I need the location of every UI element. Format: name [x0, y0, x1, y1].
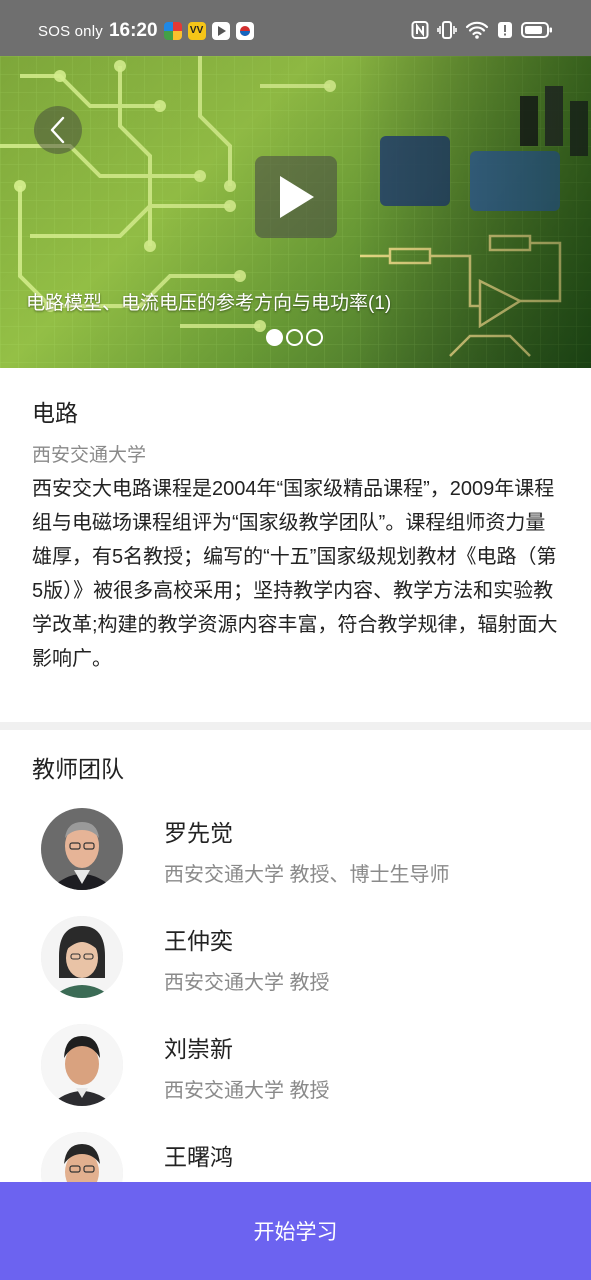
back-button[interactable]	[34, 106, 82, 154]
carousel-dot-1[interactable]	[266, 329, 283, 346]
vibrate-icon	[437, 20, 457, 45]
video-player[interactable]: 电路模型、电流电压的参考方向与电功率(1)	[0, 56, 591, 368]
status-bar-left: SOS only 16:20 VV	[38, 20, 254, 42]
teacher-item[interactable]: 王仲奕 西安交通大学 教授	[0, 916, 591, 1024]
teacher-avatar	[41, 808, 123, 890]
alert-icon	[497, 20, 513, 45]
carousel-dot-2[interactable]	[286, 329, 303, 346]
section-divider	[0, 722, 591, 730]
course-title: 电路	[32, 400, 78, 426]
carousel-indicator	[266, 329, 323, 346]
teacher-name: 王曙鸿	[164, 1144, 233, 1170]
pinwheel-app-icon	[163, 22, 182, 40]
clock: 16:20	[108, 20, 158, 41]
carousel-dot-3[interactable]	[306, 329, 323, 346]
teacher-avatar	[41, 1132, 123, 1182]
play-icon	[280, 176, 314, 218]
start-learning-button[interactable]: 开始学习	[0, 1182, 591, 1280]
teacher-team-section: 教师团队 罗先觉 西安交通大学 教授、博士生导师 王仲奕 西安交通大学 教授 刘…	[0, 730, 591, 1182]
status-bar-right	[411, 20, 553, 45]
video-title: 电路模型、电流电压的参考方向与电功率(1)	[26, 293, 392, 314]
play-app-icon	[211, 22, 230, 40]
wifi-icon	[465, 20, 489, 45]
teacher-item[interactable]: 刘崇新 西安交通大学 教授	[0, 1024, 591, 1132]
vv-app-icon: VV	[187, 22, 206, 40]
teacher-name: 刘崇新	[164, 1036, 233, 1062]
teacher-title: 西安交通大学 教授、博士生导师	[164, 864, 450, 886]
teacher-title: 西安交通大学 教授	[164, 972, 330, 994]
play-button[interactable]	[255, 156, 337, 238]
teacher-name: 罗先觉	[164, 820, 233, 846]
teacher-team-title: 教师团队	[32, 756, 124, 782]
sos-only-label: SOS only	[38, 22, 103, 40]
teacher-item[interactable]: 罗先觉 西安交通大学 教授、博士生导师	[0, 808, 591, 916]
teacher-item[interactable]: 王曙鸿	[0, 1132, 591, 1182]
course-info: 电路 西安交通大学 西安交大电路课程是2004年“国家级精品课程”，2009年课…	[0, 368, 591, 722]
battery-icon	[521, 20, 553, 45]
teacher-avatar	[41, 1024, 123, 1106]
teacher-avatar	[41, 916, 123, 998]
course-school: 西安交通大学	[32, 445, 147, 466]
chevron-left-icon	[50, 116, 65, 144]
teacher-title: 西安交通大学 教授	[164, 1080, 330, 1102]
status-bar: SOS only 16:20 VV	[0, 0, 591, 56]
nfc-icon	[411, 20, 429, 45]
course-description: 西安交大电路课程是2004年“国家级精品课程”，2009年课程组与电磁场课程组评…	[32, 478, 558, 670]
taiji-app-icon	[235, 22, 254, 40]
teacher-name: 王仲奕	[164, 928, 233, 954]
